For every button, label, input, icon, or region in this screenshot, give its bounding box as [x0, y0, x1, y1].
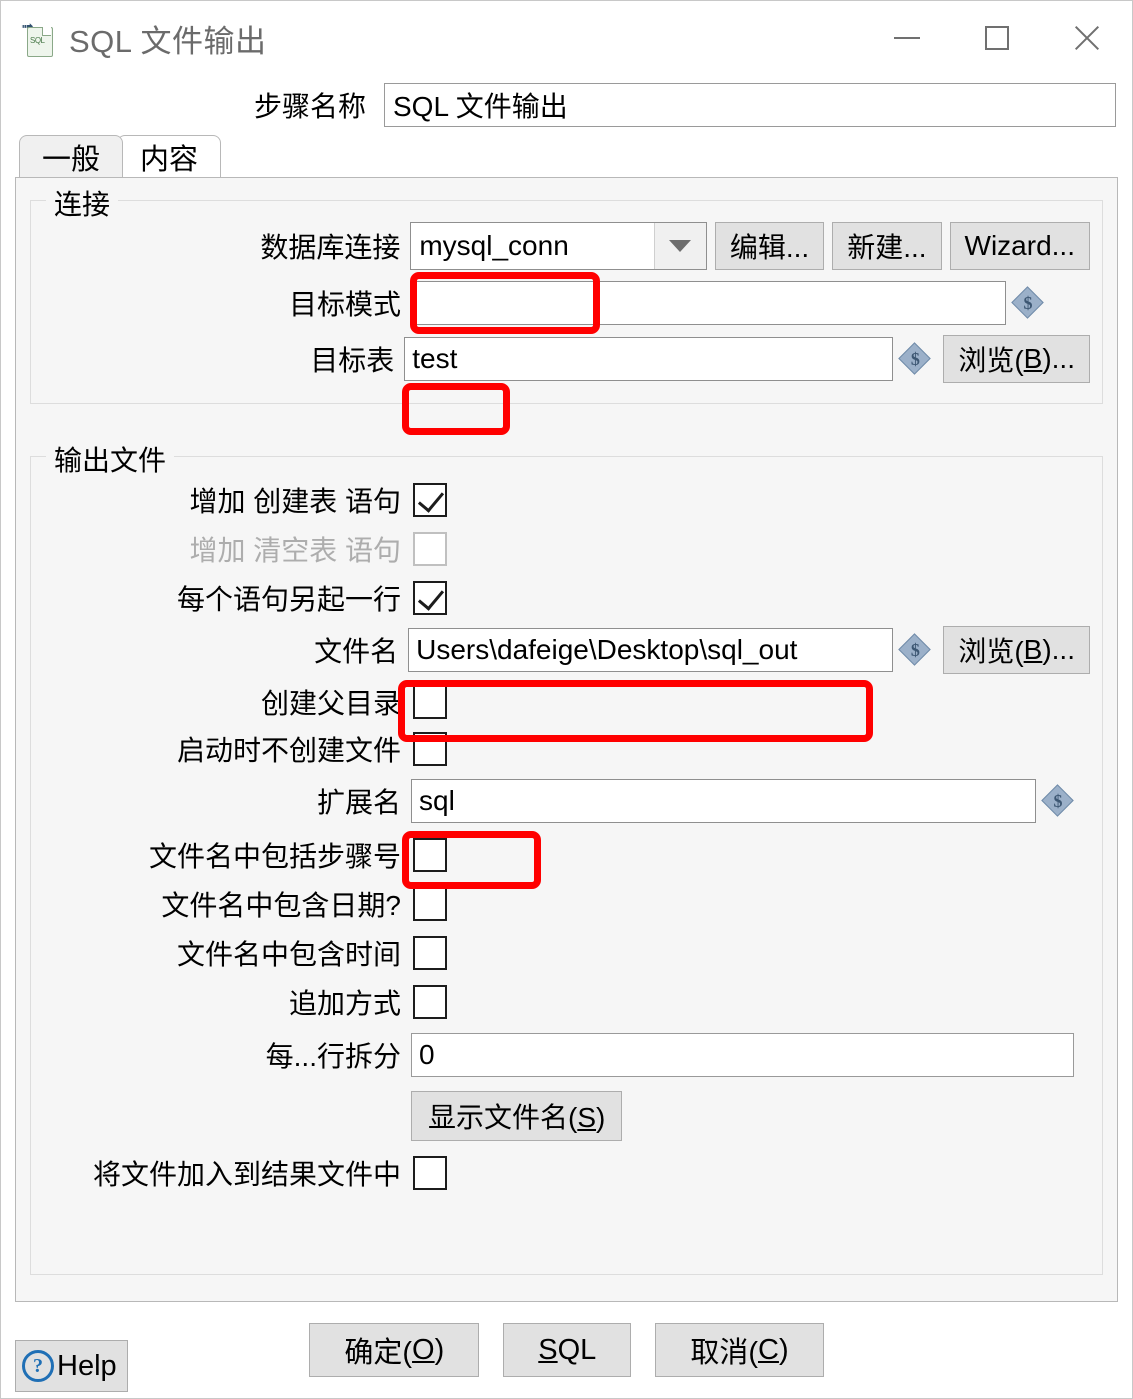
split-every-rows-label: 每...行拆分: [265, 1041, 401, 1072]
tab-panel-general: 连接 数据库连接 mysql_conn 编辑... 新建... Wizard..…: [15, 177, 1118, 1302]
step-name-row: 步骤名称 SQL 文件输出: [1, 75, 1132, 135]
append-mode-label: 追加方式: [288, 987, 401, 1019]
maximize-icon: [985, 26, 1009, 50]
target-schema-label: 目标模式: [288, 289, 401, 320]
split-every-rows-input[interactable]: 0: [411, 1033, 1074, 1077]
show-filenames-button[interactable]: 显示文件名(S): [411, 1091, 623, 1141]
close-button[interactable]: [1042, 1, 1132, 75]
variable-icon: $: [898, 633, 932, 667]
target-table-row: 目标表 test $ 浏览(B)...: [31, 331, 1090, 387]
truncate-table-label: 增加 清空表 语句: [189, 534, 401, 566]
output-file-group: 输出文件 增加 创建表 语句 增加 清空表 语句 每个语句另起一行 文件名 Us…: [30, 439, 1103, 1275]
sql-button[interactable]: S QL: [503, 1323, 632, 1377]
add-to-result-label: 将文件加入到结果文件中: [92, 1158, 401, 1190]
create-parent-folder-row: 创建父目录: [31, 678, 1090, 725]
no-create-at-start-checkbox[interactable]: [413, 731, 447, 766]
extension-row: 扩展名 sql $: [31, 772, 1090, 830]
truncate-table-checkbox: [413, 531, 447, 566]
target-schema-row: 目标模式 $: [31, 275, 1090, 331]
variable-icon: $: [1041, 784, 1075, 818]
append-mode-row: 追加方式: [31, 977, 1090, 1026]
newline-per-statement-checkbox[interactable]: [413, 580, 447, 615]
include-time-label: 文件名中包含时间: [176, 938, 401, 970]
step-name-input[interactable]: SQL 文件输出: [384, 83, 1116, 127]
include-date-row: 文件名中包含日期?: [31, 879, 1090, 928]
db-connection-row: 数据库连接 mysql_conn 编辑... 新建... Wizard...: [31, 217, 1090, 275]
output-file-group-legend: 输出文件: [46, 439, 175, 479]
connection-group-legend: 连接: [46, 183, 119, 223]
truncate-table-row: 增加 清空表 语句: [31, 524, 1090, 573]
create-parent-folder-label: 创建父目录: [260, 687, 401, 719]
include-stepnr-row: 文件名中包括步骤号: [31, 830, 1090, 879]
chevron-down-icon[interactable]: [653, 223, 706, 269]
window-title: SQL 文件输出: [69, 23, 267, 59]
no-create-at-start-label: 启动时不创建文件: [176, 734, 401, 766]
target-table-input[interactable]: test: [404, 337, 894, 381]
db-connection-label: 数据库连接: [260, 232, 401, 263]
newline-per-statement-label: 每个语句另起一行: [176, 583, 401, 615]
browse-filename-button[interactable]: 浏览(B)...: [943, 626, 1090, 674]
title-bar: ➟ SQL SQL 文件输出: [1, 1, 1132, 75]
append-mode-checkbox[interactable]: [413, 984, 447, 1019]
edit-connection-button[interactable]: 编辑...: [714, 222, 825, 270]
no-create-at-start-row: 启动时不创建文件: [31, 725, 1090, 772]
help-button-label: Help: [57, 1349, 117, 1382]
tab-content[interactable]: 内容: [117, 135, 222, 177]
target-table-label: 目标表: [310, 345, 395, 376]
include-stepnr-checkbox[interactable]: [413, 837, 447, 872]
new-connection-button[interactable]: 新建...: [832, 222, 942, 270]
maximize-button[interactable]: [952, 1, 1042, 75]
create-table-label: 增加 创建表 语句: [189, 485, 401, 517]
include-stepnr-label: 文件名中包括步骤号: [148, 840, 401, 872]
include-date-label: 文件名中包含日期?: [161, 889, 401, 921]
filename-label: 文件名: [314, 636, 399, 667]
create-table-row: 增加 创建表 语句: [31, 475, 1090, 524]
db-connection-value: mysql_conn: [419, 230, 569, 261]
tab-strip: 一般 内容: [1, 135, 1132, 177]
connection-group: 连接 数据库连接 mysql_conn 编辑... 新建... Wizard..…: [30, 183, 1103, 404]
ok-button[interactable]: 确定(O): [309, 1323, 480, 1377]
variable-icon: $: [1011, 286, 1045, 320]
split-every-rows-row: 每...行拆分 0: [31, 1026, 1090, 1084]
wizard-connection-button[interactable]: Wizard...: [949, 222, 1090, 270]
minimize-button[interactable]: [862, 1, 952, 75]
window-controls: [862, 1, 1132, 75]
include-date-checkbox[interactable]: [413, 886, 447, 921]
sql-file-output-dialog: ➟ SQL SQL 文件输出 步骤名称 SQL 文件输出 一般 内容 连接 数据…: [0, 0, 1133, 1399]
question-mark-icon: ?: [22, 1350, 54, 1382]
include-time-checkbox[interactable]: [413, 935, 447, 970]
minimize-icon: [894, 37, 920, 39]
dialog-footer: ? Help 确定(O) S QL 取消(C): [1, 1302, 1132, 1398]
variable-icon: $: [898, 342, 932, 376]
extension-label: 扩展名: [316, 787, 401, 818]
db-connection-combo[interactable]: mysql_conn: [410, 222, 707, 270]
show-filenames-button-label: 显示文件名(S): [428, 1102, 606, 1133]
show-filenames-row: 显示文件名(S): [31, 1084, 1090, 1148]
include-time-row: 文件名中包含时间: [31, 928, 1090, 977]
create-parent-folder-checkbox[interactable]: [413, 684, 447, 719]
close-icon: [1073, 24, 1101, 52]
newline-per-statement-row: 每个语句另起一行: [31, 573, 1090, 622]
target-schema-input[interactable]: [411, 281, 1006, 325]
add-to-result-row: 将文件加入到结果文件中: [31, 1148, 1090, 1197]
extension-input[interactable]: sql: [411, 779, 1036, 823]
create-table-checkbox[interactable]: [413, 482, 447, 517]
add-to-result-checkbox[interactable]: [413, 1155, 447, 1190]
help-button[interactable]: ? Help: [15, 1340, 128, 1392]
tab-general[interactable]: 一般: [19, 135, 124, 177]
step-name-label: 步骤名称: [253, 91, 366, 122]
filename-row: 文件名 Users\dafeige\Desktop\sql_out $ 浏览(B…: [31, 622, 1090, 678]
browse-table-button[interactable]: 浏览(B)...: [943, 335, 1090, 383]
sql-file-icon: ➟ SQL: [21, 19, 55, 57]
filename-input[interactable]: Users\dafeige\Desktop\sql_out: [408, 628, 894, 672]
cancel-button[interactable]: 取消(C): [655, 1323, 824, 1377]
